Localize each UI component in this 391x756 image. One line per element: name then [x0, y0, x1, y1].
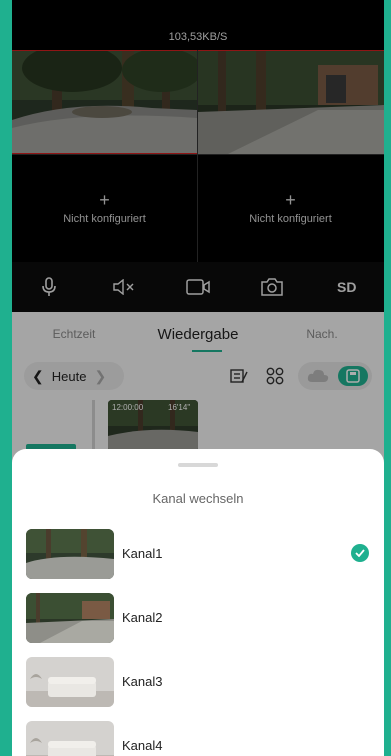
- channel-1-thumbnail: [26, 529, 114, 579]
- channel-4-name: Kanal4: [122, 738, 163, 753]
- channel-item-3[interactable]: Kanal3: [12, 649, 384, 713]
- sheet-drag-handle[interactable]: [178, 463, 218, 467]
- channel-item-2[interactable]: Kanal2: [12, 585, 384, 649]
- sheet-title: Kanal wechseln: [152, 491, 244, 506]
- channel-3-name: Kanal3: [122, 674, 163, 689]
- channel-3-thumbnail: [26, 657, 114, 707]
- channel-switch-sheet: Kanal wechseln Kanal1 Kanal2 Kanal3 Kana…: [12, 449, 384, 756]
- channel-4-thumbnail: [26, 721, 114, 756]
- channel-2-name: Kanal2: [122, 610, 163, 625]
- channel-2-thumbnail: [26, 593, 114, 643]
- phone-screen: 103,53KB/S + Nicht konfiguriert + Nicht …: [12, 0, 384, 756]
- channel-1-name: Kanal1: [122, 546, 163, 561]
- channel-item-1[interactable]: Kanal1: [12, 521, 384, 585]
- channel-item-4[interactable]: Kanal4: [12, 713, 384, 756]
- check-icon: [351, 544, 369, 562]
